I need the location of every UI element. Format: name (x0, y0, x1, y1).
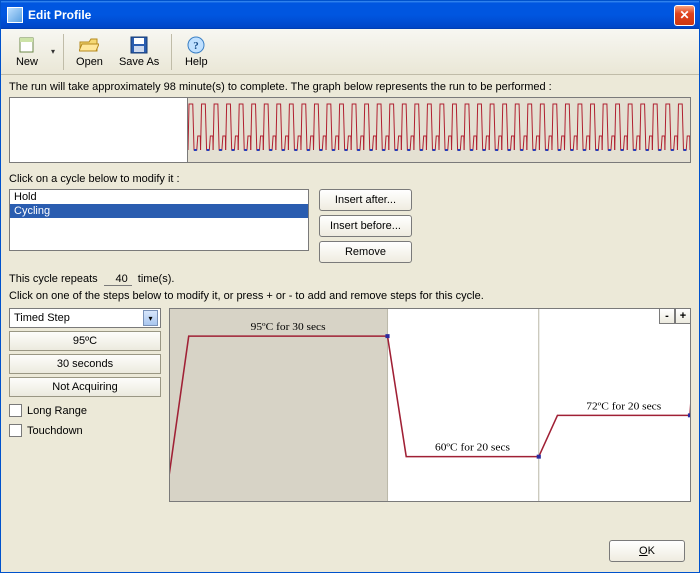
help-button[interactable]: ? Help (176, 33, 216, 70)
save-as-button[interactable]: Save As (111, 33, 167, 70)
close-button[interactable]: ✕ (674, 5, 695, 26)
repeat-line: This cycle repeats 40 time(s). (9, 273, 691, 286)
insert-before-button[interactable]: Insert before... (319, 215, 412, 237)
long-range-label: Long Range (27, 405, 87, 417)
ok-button[interactable]: OK (609, 540, 685, 562)
add-step-button[interactable]: + (675, 308, 691, 324)
svg-text:?: ? (194, 40, 200, 52)
toolbar: New ▾ Open Save As ? Help (1, 29, 699, 75)
click-cycle-label: Click on a cycle below to modify it : (9, 173, 691, 185)
save-icon (129, 35, 149, 55)
remove-step-button[interactable]: - (659, 308, 675, 324)
app-icon (7, 7, 23, 23)
step-acquire-button[interactable]: Not Acquiring (9, 377, 161, 397)
svg-text:95ºC for 30 secs: 95ºC for 30 secs (251, 321, 326, 333)
new-dropdown-arrow[interactable]: ▾ (47, 47, 59, 56)
separator (171, 34, 172, 70)
help-icon: ? (186, 35, 206, 55)
close-icon: ✕ (679, 8, 689, 22)
step-chart[interactable]: - + 95ºC for 30 secs 60ºC for 20 secs 72ºC… (169, 308, 691, 502)
remove-button[interactable]: Remove (319, 241, 412, 263)
cycle-list-item-cycling[interactable]: Cycling (10, 204, 308, 218)
step-chart-svg: 95ºC for 30 secs 60ºC for 20 secs 72ºC for… (170, 309, 690, 501)
svg-text:72ºC for 20 secs: 72ºC for 20 secs (586, 401, 661, 413)
cycling-pulses-icon (188, 98, 690, 162)
new-button[interactable]: New (7, 33, 47, 70)
open-button[interactable]: Open (68, 33, 111, 70)
run-preview-hold-segment[interactable] (10, 98, 188, 162)
insert-after-button[interactable]: Insert after... (319, 189, 412, 211)
new-icon (17, 35, 37, 55)
run-preview-graph (9, 97, 691, 163)
run-preview-cycling-segment[interactable] (188, 98, 690, 162)
touchdown-label: Touchdown (27, 425, 83, 437)
step-duration-button[interactable]: 30 seconds (9, 354, 161, 374)
long-range-checkbox[interactable] (9, 404, 22, 417)
step-temp-button[interactable]: 95ºC (9, 331, 161, 351)
cycle-list-item-hold[interactable]: Hold (10, 190, 308, 204)
open-icon (79, 35, 99, 55)
cycle-list[interactable]: Hold Cycling (9, 189, 309, 251)
click-step-label: Click on one of the steps below to modif… (9, 290, 691, 302)
touchdown-checkbox[interactable] (9, 424, 22, 437)
run-summary-label: The run will take approximately 98 minut… (9, 81, 691, 93)
titlebar: Edit Profile ✕ (1, 1, 699, 29)
chevron-down-icon: ▾ (143, 310, 158, 326)
step-type-select[interactable]: Timed Step ▾ (9, 308, 161, 328)
separator (63, 34, 64, 70)
repeat-count-input[interactable]: 40 (104, 273, 132, 286)
window-title: Edit Profile (28, 8, 91, 22)
svg-text:60ºC for 20 secs: 60ºC for 20 secs (435, 442, 510, 454)
